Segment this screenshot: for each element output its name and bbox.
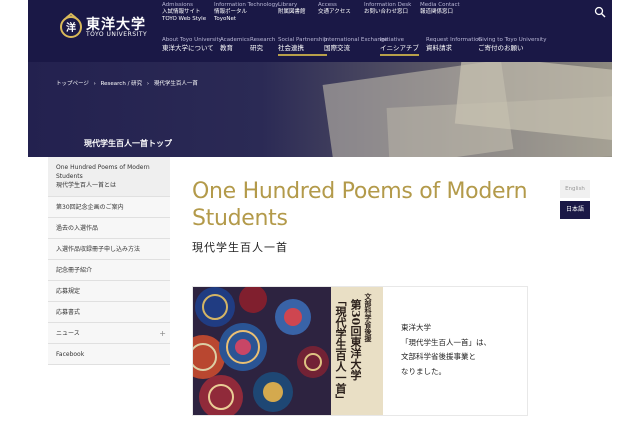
page-title: One Hundred Poems of Modern Students [192,179,528,231]
banner-line: 東洋大学 [401,323,431,332]
nav-item-research[interactable]: Research 研究 [250,36,275,52]
breadcrumb-research[interactable]: Research / 研究 [101,81,143,87]
sidebar-item-30th-anniversary[interactable]: 第30回記念企画のご案内 [48,197,170,218]
sidebar-item-label: 第30回記念企画のご案内 [56,204,124,211]
util-link-library[interactable]: Library 附属図書館 [278,2,306,16]
sidebar-item-news[interactable]: ニュース + [48,323,170,344]
sidebar-item-facebook[interactable]: Facebook [48,344,170,365]
nav-item-academics[interactable]: Academics 教育 [220,36,250,52]
sidebar-item-about[interactable]: One Hundred Poems of Modern Students 現代学… [48,157,170,197]
announcement-banner[interactable]: 文部科学省後援 第30回東洋大学 「現代学生百人一首」 東洋大学 「現代学生百人… [192,286,528,416]
sidebar-item-label: 応募規定 [56,288,81,295]
language-english-button[interactable]: English [560,180,590,198]
banner-line: なりました。 [401,366,446,376]
nav-item-international[interactable]: International Exchange 国際交流 [324,36,388,52]
util-link-access[interactable]: Access 交通アクセス [318,2,351,16]
sidebar-item-label: 入選作品収録冊子申し込み方法 [56,246,141,253]
breadcrumb-separator: › [93,81,96,87]
sidebar-item-label: ニュース [56,330,80,337]
banner-text: 東洋大学 「現代学生百人一首」は、 文部科学省後援事業と なりました。 [401,321,491,379]
nav-item-giving[interactable]: Giving to Toyo University ご寄付のお願い [478,36,546,52]
sidebar-item-booklet-order[interactable]: 入選作品収録冊子申し込み方法 [48,239,170,260]
sidebar-item-label: 過去の入選作品 [56,225,99,232]
language-japanese-button[interactable]: 日本語 [560,201,590,219]
page-subtitle: 現代学生百人一首 [192,241,288,254]
banner-vertical-main-1: 第30回東洋大学 [349,299,362,381]
banner-line: 文部科学省後援事業と [401,352,476,361]
site-header: 洋 東洋大学 TOYO UNIVERSITY Admissions 入試情報サイ… [28,0,612,62]
expand-plus-icon[interactable]: + [159,323,166,344]
sidebar-item-rules[interactable]: 応募規定 [48,281,170,302]
sidebar-nav: One Hundred Poems of Modern Students 現代学… [48,157,170,365]
banner-vertical-small: 文部科学省後援 [364,293,373,342]
nav-item-social-partnership[interactable]: Social Partnership 社会連携 [278,36,328,56]
sidebar-item-label: One Hundred Poems of Modern Students [56,164,150,180]
util-link-info-desk[interactable]: Information Desk お問い合わせ窓口 [364,2,411,16]
section-title[interactable]: 現代学生百人一首トップ [84,138,172,149]
breadcrumb-separator: › [146,81,150,87]
nav-item-initiative[interactable]: Initiative イニシアチブ [380,36,419,56]
util-link-media[interactable]: Media Contact 報道関係窓口 [420,2,460,16]
sidebar-item-label: Facebook [56,351,85,358]
nav-item-about[interactable]: About Toyo University 東洋大学について [162,36,222,52]
search-icon[interactable] [594,6,606,18]
banner-vertical-main-2: 「現代学生百人一首」 [334,295,347,405]
sidebar-item-label: 応募書式 [56,309,81,316]
sidebar-item-form[interactable]: 応募書式 [48,302,170,323]
temari-artwork: 文部科学省後援 第30回東洋大学 「現代学生百人一首」 [193,287,383,415]
breadcrumb-home[interactable]: トップページ [56,81,89,87]
sidebar-item-past-winners[interactable]: 過去の入選作品 [48,218,170,239]
breadcrumb-current: 現代学生百人一首 [153,81,198,87]
nav-item-request-info[interactable]: Request Information 資料請求 [426,36,482,52]
banner-line: 「現代学生百人一首」は、 [401,337,491,347]
breadcrumb: トップページ › Research / 研究 › 現代学生百人一首 [56,79,201,87]
util-link-admissions[interactable]: Admissions 入試情報サイト TOYO Web Style [162,2,206,23]
sidebar-item-commemorative-booklet[interactable]: 記念冊子紹介 [48,260,170,281]
util-link-it[interactable]: Information Technology 情報ポータル ToyoNet [214,2,278,23]
sidebar-item-label: 記念冊子紹介 [56,267,93,274]
sidebar-item-label: 現代学生百人一首とは [56,182,117,189]
